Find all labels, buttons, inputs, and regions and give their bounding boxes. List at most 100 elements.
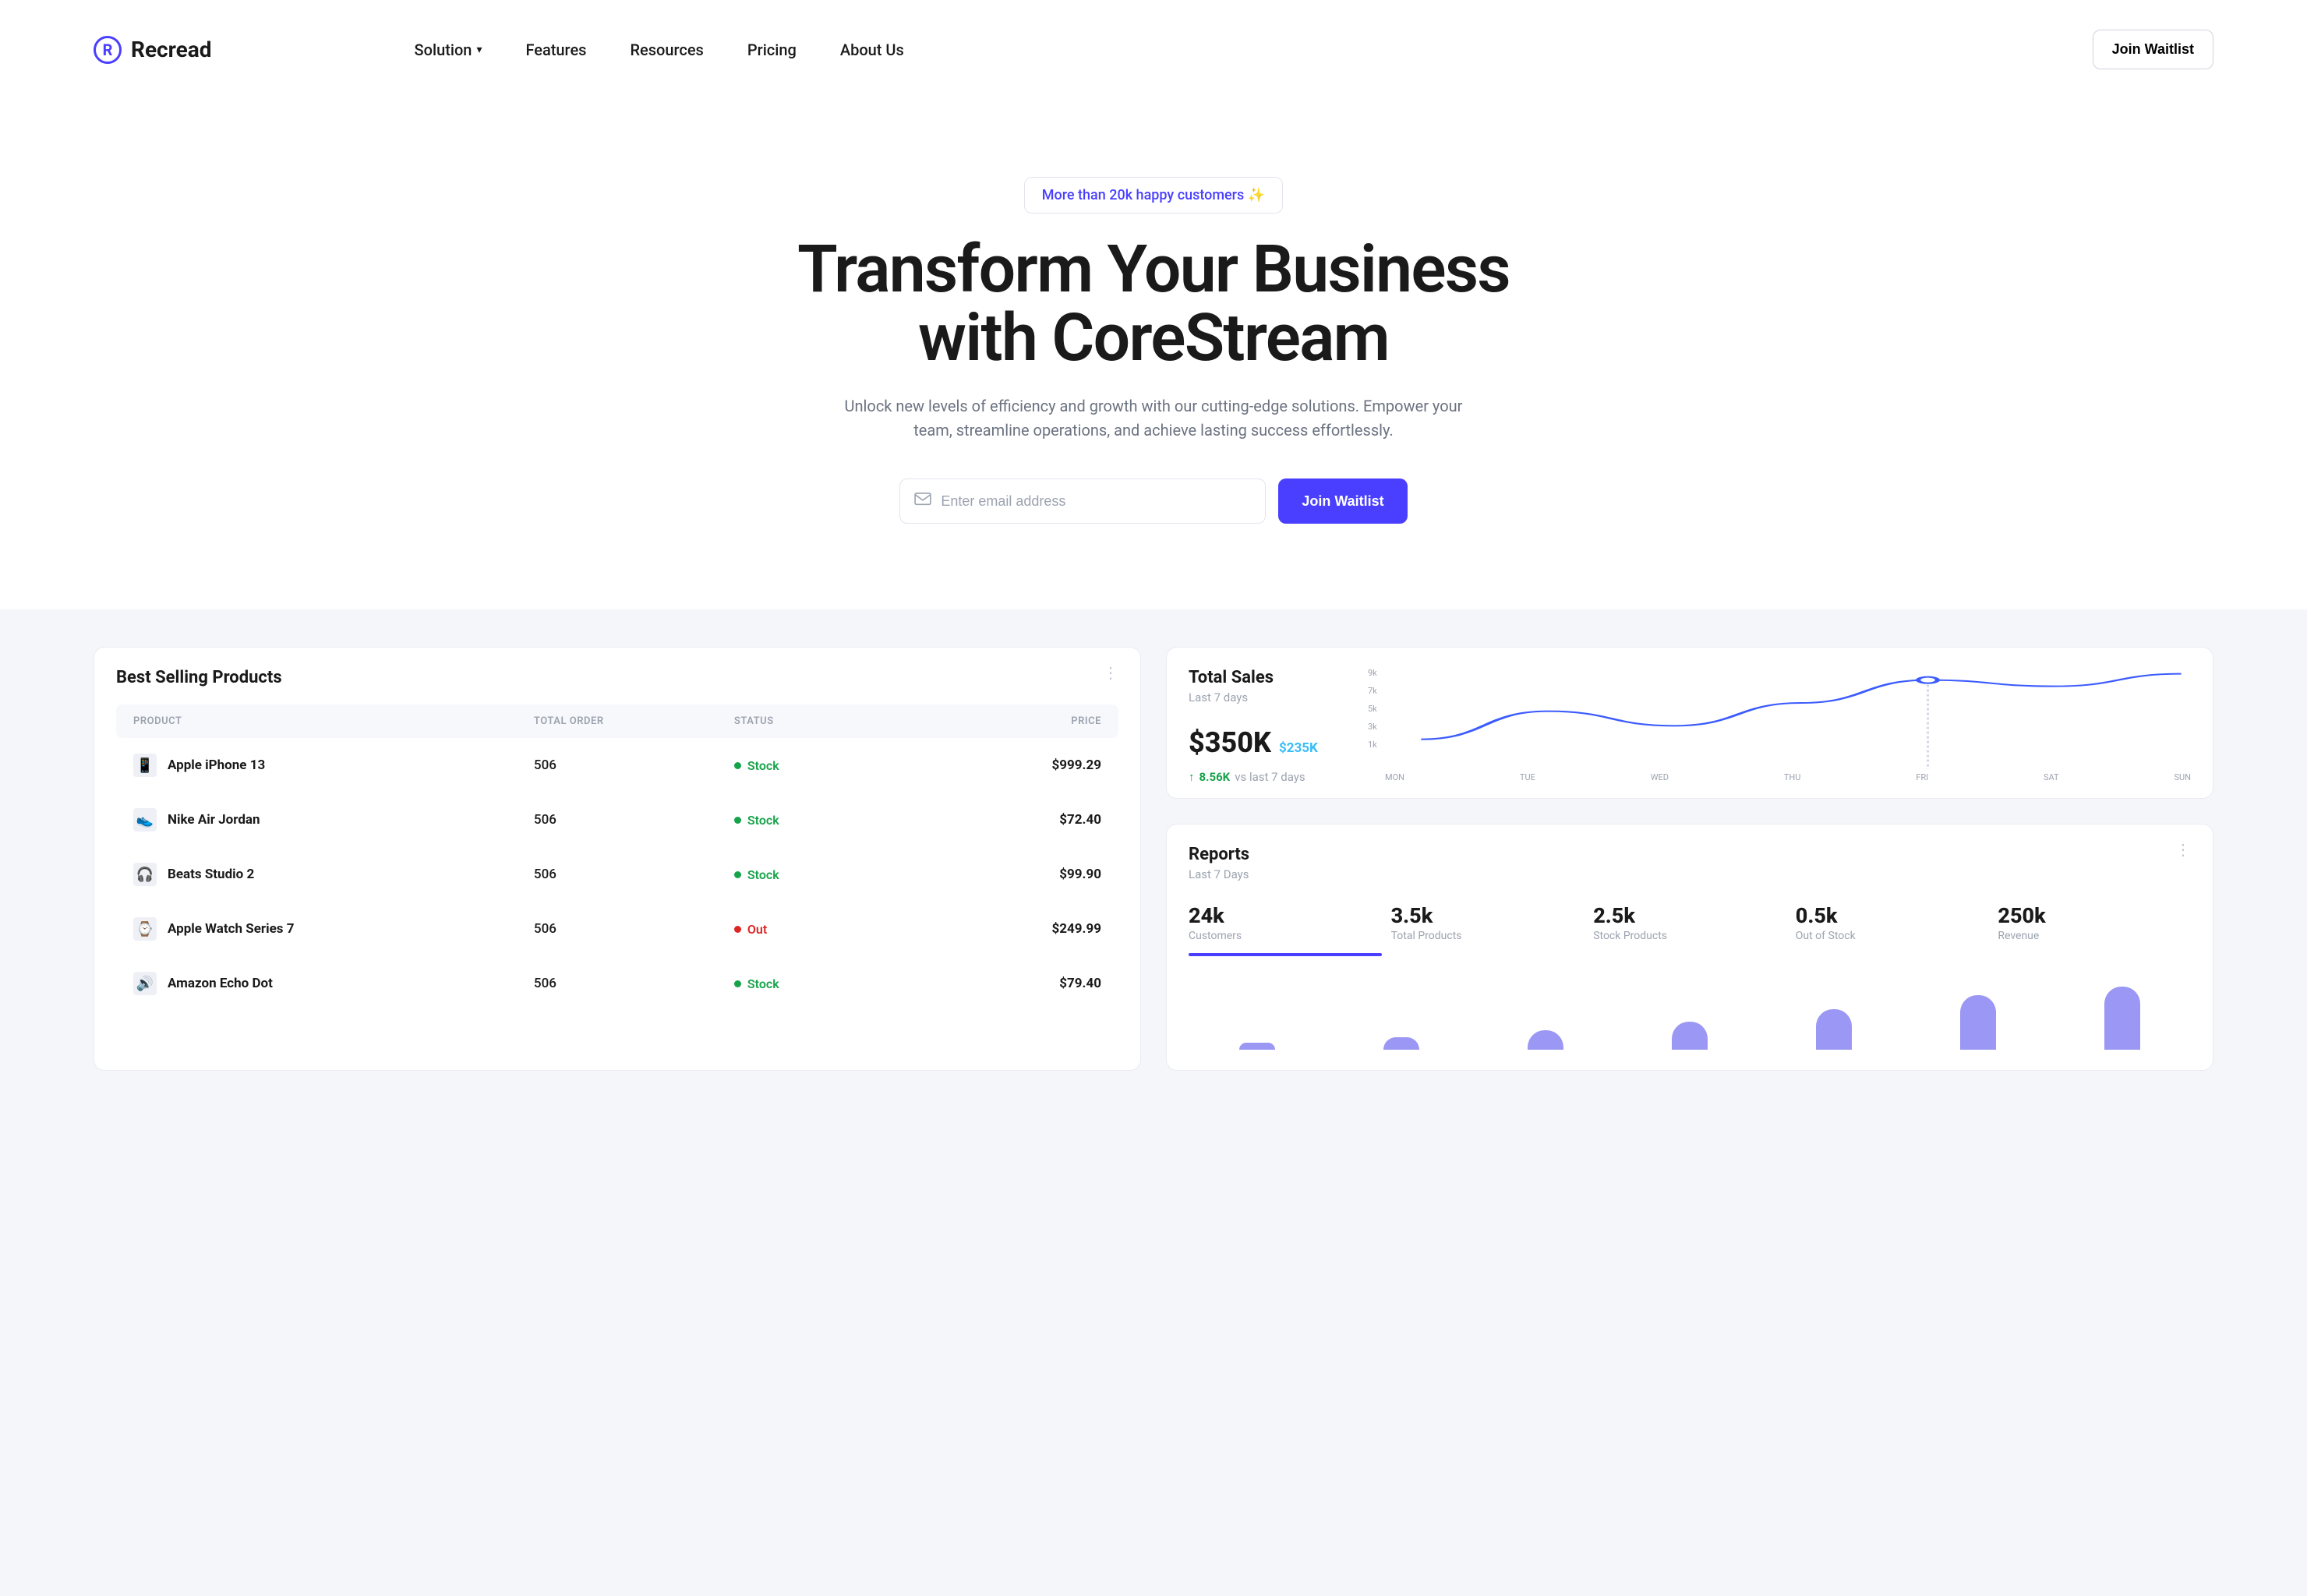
th-total-order: TOTAL ORDER xyxy=(534,715,734,727)
card-subtitle: Last 7 Days xyxy=(1189,867,1249,881)
sales-secondary-value: $235K xyxy=(1279,740,1318,756)
hero-section: More than 20k happy customers ✨ Transfor… xyxy=(0,99,2307,609)
card-title: Best Selling Products xyxy=(116,668,282,687)
cell-price: $72.40 xyxy=(934,812,1101,828)
table-row[interactable]: 🎧 Beats Studio 2 506 Stock $99.90 xyxy=(116,847,1118,902)
nav-item-solution[interactable]: Solution ▾ xyxy=(415,41,482,59)
nav-item-resources[interactable]: Resources xyxy=(630,41,703,59)
sales-value: $350K xyxy=(1189,726,1271,759)
mail-icon xyxy=(914,493,931,510)
stat-label: Stock Products xyxy=(1593,930,1786,942)
stat-value: 0.5k xyxy=(1796,903,1989,928)
nav-item-pricing[interactable]: Pricing xyxy=(747,41,797,59)
report-stat[interactable]: 24k Customers xyxy=(1189,903,1382,956)
brand-mark-icon: R xyxy=(94,36,122,64)
report-stat[interactable]: 250k Revenue xyxy=(1998,903,2191,956)
table-row[interactable]: 📱 Apple iPhone 13 506 Stock $999.29 xyxy=(116,738,1118,793)
status-text: Stock xyxy=(747,758,779,773)
email-input-wrapper[interactable] xyxy=(899,478,1266,524)
status-text: Stock xyxy=(747,867,779,882)
product-thumb-icon: 🔊 xyxy=(133,972,157,995)
report-stat[interactable]: 3.5k Total Products xyxy=(1391,903,1585,956)
table-row[interactable]: ⌚ Apple Watch Series 7 506 Out $249.99 xyxy=(116,902,1118,956)
nav-item-about[interactable]: About Us xyxy=(840,41,904,59)
status-text: Out xyxy=(747,922,767,937)
cell-status: Stock xyxy=(734,976,934,991)
delta-label: vs last 7 days xyxy=(1235,770,1305,784)
report-bar xyxy=(1816,1009,1852,1050)
more-vertical-icon[interactable]: ⋮ xyxy=(1103,668,1118,677)
total-sales-card: Total Sales Last 7 days $350K $235K ↑ 8.… xyxy=(1166,647,2213,799)
sales-line-chart: 9k7k5k3k1k MONTUEWEDTHUFRISATSUN xyxy=(1368,668,2191,784)
delta-value: 8.56K xyxy=(1199,770,1231,784)
more-vertical-icon[interactable]: ⋮ xyxy=(2175,845,2191,854)
reports-card: Reports Last 7 Days ⋮ 24k Customers 3.5k… xyxy=(1166,824,2213,1071)
th-status: STATUS xyxy=(734,715,934,727)
th-product: PRODUCT xyxy=(133,715,534,727)
report-bar xyxy=(1239,1043,1275,1050)
product-name: Beats Studio 2 xyxy=(168,867,254,882)
cell-status: Out xyxy=(734,922,934,937)
status-dot-icon xyxy=(734,762,741,769)
arrow-up-icon: ↑ xyxy=(1189,770,1195,784)
chevron-down-icon: ▾ xyxy=(476,44,482,56)
brand-logo[interactable]: R Recread xyxy=(94,36,212,64)
product-thumb-icon: 👟 xyxy=(133,808,157,832)
report-bar xyxy=(2104,987,2140,1050)
status-text: Stock xyxy=(747,976,779,991)
hero-title: Transform Your Business with CoreStream xyxy=(94,235,2213,373)
brand-name: Recread xyxy=(131,37,212,62)
card-title: Reports xyxy=(1189,845,1249,864)
report-stat[interactable]: 2.5k Stock Products xyxy=(1593,903,1786,956)
stat-value: 24k xyxy=(1189,903,1382,928)
cell-total-order: 506 xyxy=(534,867,734,882)
stat-value: 250k xyxy=(1998,903,2191,928)
card-subtitle: Last 7 days xyxy=(1189,690,1344,704)
dashboard-preview: Best Selling Products ⋮ PRODUCT TOTAL OR… xyxy=(0,609,2307,1071)
cell-status: Stock xyxy=(734,758,934,773)
table-header-row: PRODUCT TOTAL ORDER STATUS PRICE xyxy=(116,704,1118,738)
product-thumb-icon: 📱 xyxy=(133,754,157,777)
report-stat[interactable]: 0.5k Out of Stock xyxy=(1796,903,1989,956)
cell-total-order: 506 xyxy=(534,921,734,937)
status-dot-icon xyxy=(734,871,741,878)
site-header: R Recread Solution ▾ Features Resources … xyxy=(0,0,2307,99)
best-selling-card: Best Selling Products ⋮ PRODUCT TOTAL OR… xyxy=(94,647,1141,1071)
cell-price: $249.99 xyxy=(934,921,1101,937)
customers-badge: More than 20k happy customers ✨ xyxy=(1024,177,1283,214)
stat-value: 3.5k xyxy=(1391,903,1585,928)
nav-label: Resources xyxy=(630,41,703,59)
nav-label: About Us xyxy=(840,41,904,59)
cell-total-order: 506 xyxy=(534,976,734,991)
nav-label: Solution xyxy=(415,41,472,59)
table-row[interactable]: 👟 Nike Air Jordan 506 Stock $72.40 xyxy=(116,793,1118,847)
product-name: Apple Watch Series 7 xyxy=(168,921,295,937)
nav-item-features[interactable]: Features xyxy=(525,41,586,59)
nav-label: Pricing xyxy=(747,41,797,59)
status-dot-icon xyxy=(734,817,741,824)
hero-subtitle: Unlock new levels of efficiency and grow… xyxy=(834,394,1473,443)
status-dot-icon xyxy=(734,926,741,933)
email-signup-row: Join Waitlist xyxy=(94,478,2213,524)
product-thumb-icon: ⌚ xyxy=(133,917,157,941)
table-row[interactable]: 🔊 Amazon Echo Dot 506 Stock $79.40 xyxy=(116,956,1118,1011)
cell-price: $999.29 xyxy=(934,757,1101,773)
product-name: Amazon Echo Dot xyxy=(168,976,273,991)
join-waitlist-button[interactable]: Join Waitlist xyxy=(2093,30,2213,69)
join-waitlist-submit-button[interactable]: Join Waitlist xyxy=(1278,478,1407,524)
email-input[interactable] xyxy=(941,493,1251,510)
cell-status: Stock xyxy=(734,813,934,828)
status-dot-icon xyxy=(734,980,741,987)
stat-label: Customers xyxy=(1189,930,1382,942)
status-text: Stock xyxy=(747,813,779,828)
report-bar xyxy=(1672,1022,1708,1050)
main-nav: Solution ▾ Features Resources Pricing Ab… xyxy=(415,41,904,59)
stat-label: Revenue xyxy=(1998,930,2191,942)
report-bar xyxy=(1528,1030,1563,1050)
th-price: PRICE xyxy=(934,715,1101,727)
report-bar xyxy=(1960,995,1996,1050)
report-bar xyxy=(1383,1037,1419,1050)
product-name: Nike Air Jordan xyxy=(168,812,260,828)
cell-price: $79.40 xyxy=(934,976,1101,991)
cell-price: $99.90 xyxy=(934,867,1101,882)
